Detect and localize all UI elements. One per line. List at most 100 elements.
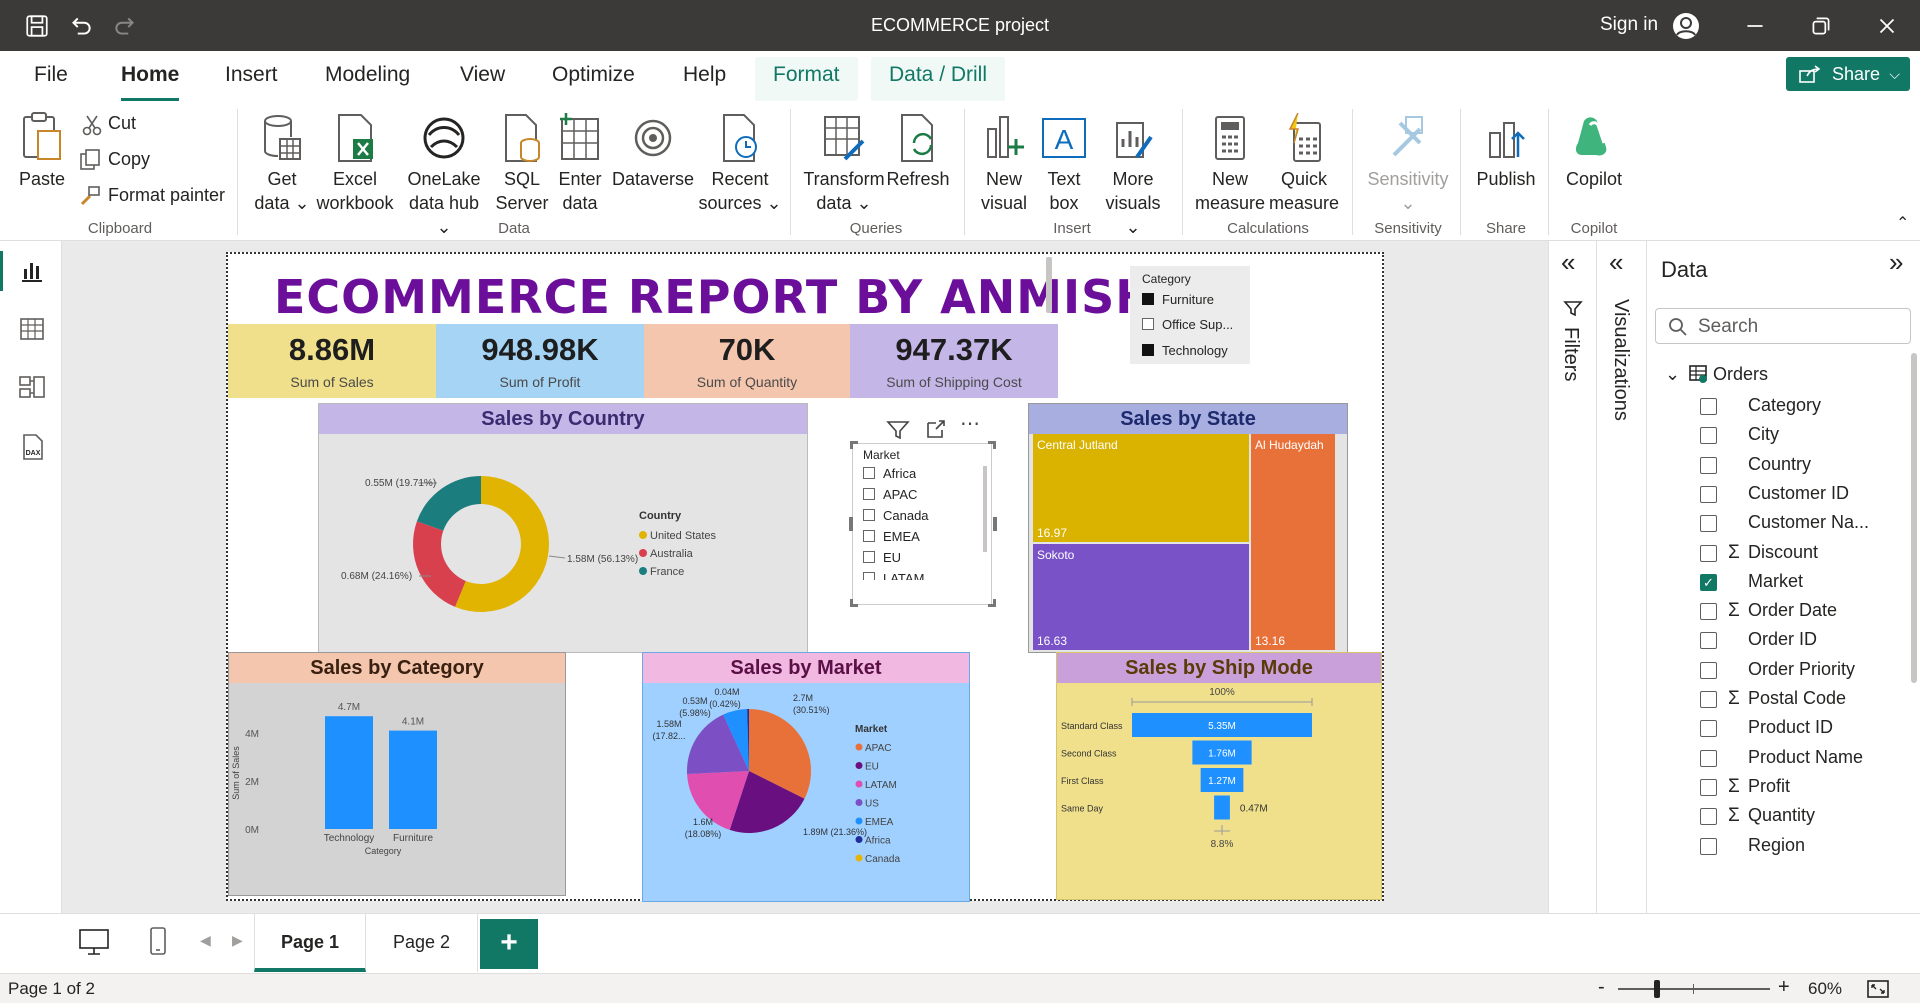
sensitivity-button[interactable]: Sensitivity ⌄ (1362, 113, 1454, 215)
bar-technology[interactable] (325, 716, 373, 829)
zoom-slider[interactable] (1618, 980, 1770, 998)
dataverse-button[interactable]: Dataverse (612, 113, 694, 191)
desktop-layout-icon[interactable] (78, 928, 110, 956)
model-view-icon[interactable] (18, 373, 46, 401)
focus-mode-icon[interactable] (924, 419, 948, 441)
expand-filters-icon[interactable]: « (1561, 247, 1575, 278)
field-checkbox[interactable] (1700, 720, 1717, 738)
more-options-icon[interactable]: ⋯ (960, 411, 981, 436)
field-item-product-name[interactable]: Product Name (1698, 745, 1908, 773)
field-item-customer-na[interactable]: Customer Na... (1698, 510, 1908, 538)
account-icon[interactable] (1671, 11, 1701, 41)
refresh-button[interactable]: Refresh (886, 113, 950, 191)
slicer-item-furniture[interactable]: Furniture (1142, 292, 1214, 307)
treemap-tile-al-hudaydah[interactable]: Al Hudaydah 13.16 (1251, 434, 1335, 650)
recent-sources-button[interactable]: Recent sources ⌄ (698, 113, 782, 215)
field-checkbox[interactable] (1700, 661, 1717, 679)
field-item-quantity[interactable]: Σ Quantity (1698, 803, 1908, 831)
field-checkbox[interactable] (1700, 544, 1717, 562)
page-tab-2[interactable]: Page 2 (366, 914, 478, 972)
bar-furniture[interactable] (389, 730, 437, 829)
field-checkbox[interactable] (1700, 837, 1717, 855)
slicer-item[interactable]: APAC (863, 487, 917, 505)
tab-format[interactable]: Format (755, 57, 858, 101)
kpi-shipping-card[interactable]: 947.37K Sum of Shipping Cost (850, 324, 1058, 398)
field-item-market[interactable]: ✓ Market (1698, 569, 1908, 597)
field-item-order-priority[interactable]: Order Priority (1698, 657, 1908, 685)
sales-by-market-visual[interactable]: Sales by Market 2.7M (30.51%) 1.89M (21.36… (642, 652, 970, 902)
field-item-profit[interactable]: Σ Profit (1698, 774, 1908, 802)
field-checkbox[interactable] (1700, 427, 1717, 445)
checkbox[interactable] (863, 530, 875, 542)
page-tab-1[interactable]: Page 1 (254, 914, 366, 972)
field-checkbox[interactable] (1700, 808, 1717, 826)
scroll-left-icon[interactable]: ◀ (200, 932, 211, 949)
resize-handle[interactable] (850, 599, 858, 607)
get-data-button[interactable]: Get data ⌄ (252, 113, 312, 215)
tab-optimize[interactable]: Optimize (552, 63, 635, 95)
tab-help[interactable]: Help (683, 63, 726, 95)
field-checkbox[interactable] (1700, 632, 1717, 650)
sales-by-state-visual[interactable]: Sales by State Central Jutland 16.97 Al … (1028, 403, 1348, 653)
new-measure-button[interactable]: New measure (1192, 113, 1268, 215)
category-slicer[interactable]: Category Furniture Office Sup... Technol… (1130, 266, 1250, 364)
treemap-tile-central-jutland[interactable]: Central Jutland 16.97 (1033, 434, 1249, 542)
close-icon[interactable] (1874, 13, 1900, 39)
tab-insert[interactable]: Insert (225, 63, 278, 95)
field-item-order-id[interactable]: Order ID (1698, 627, 1908, 655)
visualizations-pane-collapsed[interactable]: « Visualizations (1596, 241, 1646, 913)
checkbox[interactable] (863, 488, 875, 500)
donut-slice-australia[interactable] (413, 521, 466, 607)
ship-mode-funnel-chart[interactable]: 100% Standard Class 5.35M Second Class 1.76M… (1057, 683, 1381, 899)
undo-icon[interactable] (68, 13, 94, 39)
country-donut-chart[interactable]: 0.55M (19.71%) 0.68M (24.16%) 1.58M (56.13… (319, 434, 807, 652)
restore-icon[interactable] (1808, 13, 1834, 39)
kpi-quantity-card[interactable]: 70K Sum of Quantity (644, 324, 850, 398)
text-box-button[interactable]: A Text box (1036, 113, 1092, 215)
market-pie-chart[interactable]: 2.7M (30.51%) 1.89M (21.36%) 1.6M (18.08%) 1.… (643, 683, 969, 901)
tab-file[interactable]: File (34, 63, 68, 95)
format-painter-button[interactable]: Format painter (108, 185, 225, 206)
zoom-slider-thumb[interactable] (1654, 980, 1660, 998)
field-item-postal-code[interactable]: Σ Postal Code (1698, 686, 1908, 714)
kpi-sales-card[interactable]: 8.86M Sum of Sales (228, 324, 436, 398)
sales-by-country-visual[interactable]: Sales by Country 0.55M (19.71%) 0.68M (24… (318, 403, 808, 653)
funnel-bar-same-day[interactable] (1214, 795, 1230, 820)
checkbox[interactable] (863, 572, 875, 580)
slicer-scrollbar[interactable] (983, 466, 987, 552)
field-item-category[interactable]: Category (1698, 393, 1908, 421)
share-button[interactable]: Share ⌵ (1786, 57, 1910, 91)
filters-pane-collapsed[interactable]: « Filters (1548, 241, 1596, 913)
resize-handle[interactable] (850, 441, 858, 449)
checkbox[interactable] (1142, 318, 1154, 330)
minimize-icon[interactable] (1742, 13, 1768, 39)
slicer-item[interactable]: Africa (863, 466, 916, 484)
field-item-customer-id[interactable]: Customer ID (1698, 481, 1908, 509)
data-pane-scrollbar[interactable] (1911, 353, 1917, 683)
field-item-region[interactable]: Region (1698, 833, 1908, 861)
field-checkbox[interactable] (1700, 691, 1717, 708)
new-visual-button[interactable]: New visual (974, 113, 1034, 215)
field-checkbox[interactable] (1700, 485, 1717, 503)
cut-button[interactable]: Cut (108, 113, 136, 134)
sales-by-category-visual[interactable]: Sales by Category 4M 2M 0M 4.7M Technology 4.… (228, 652, 566, 896)
sales-by-ship-mode-visual[interactable]: Sales by Ship Mode 100% Standard Class 5.3… (1056, 652, 1382, 900)
field-item-product-id[interactable]: Product ID (1698, 715, 1908, 743)
resize-handle[interactable] (849, 517, 853, 531)
add-page-button[interactable]: + (480, 919, 538, 969)
field-checkbox[interactable] (1700, 603, 1717, 621)
slicer-item-technology[interactable]: Technology (1142, 343, 1228, 358)
quick-measure-button[interactable]: Quick measure (1266, 113, 1342, 215)
report-view-icon[interactable] (18, 257, 46, 285)
slicer-item[interactable]: Canada (863, 508, 929, 526)
filter-icon[interactable] (886, 419, 910, 441)
kpi-profit-card[interactable]: 948.98K Sum of Profit (436, 324, 644, 398)
resize-handle[interactable] (988, 441, 996, 449)
fit-to-page-icon[interactable] (1866, 979, 1890, 999)
tab-view[interactable]: View (460, 63, 505, 95)
slicer-item[interactable]: EU (863, 550, 901, 568)
sign-in-link[interactable]: Sign in (1600, 14, 1658, 36)
mobile-layout-icon[interactable] (148, 926, 168, 956)
category-bar-chart[interactable]: 4M 2M 0M 4.7M Technology 4.1M Furniture Categor… (229, 683, 565, 895)
tab-modeling[interactable]: Modeling (325, 63, 410, 95)
